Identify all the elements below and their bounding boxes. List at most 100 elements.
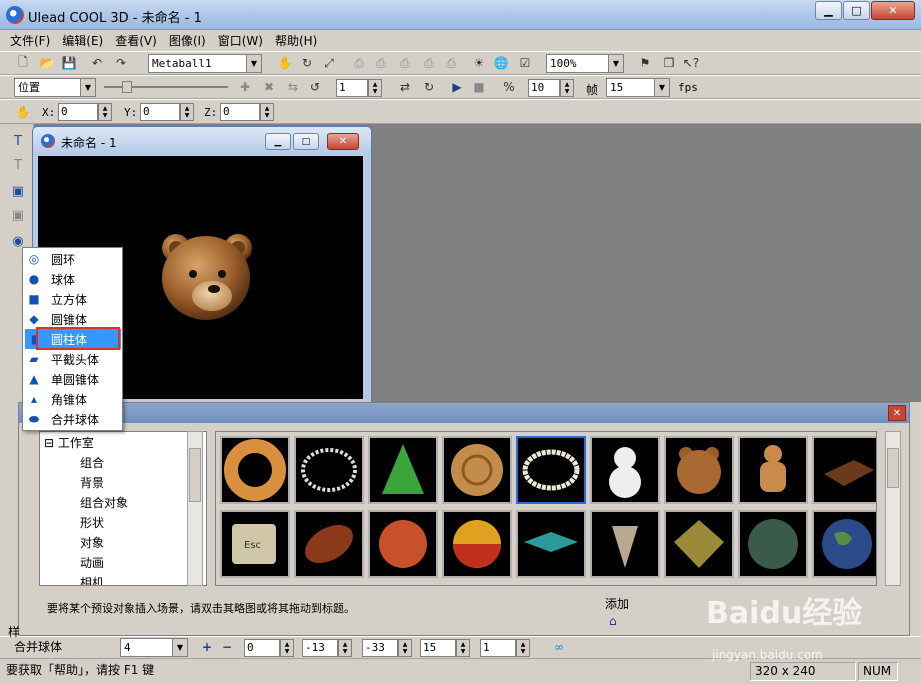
render-icon[interactable]: ⚑ xyxy=(636,54,654,72)
menu-image[interactable]: 图像(I) xyxy=(163,32,212,49)
attr-spinner-1[interactable]: ▲ ▼ xyxy=(280,639,294,657)
y-input[interactable]: 0 xyxy=(140,103,180,121)
edit-text-icon[interactable]: T xyxy=(9,156,27,174)
attr-input-4[interactable]: 15 xyxy=(420,639,456,657)
rate-spinner[interactable]: ▲ ▼ xyxy=(560,79,574,97)
mode-select[interactable]: 位置 xyxy=(14,78,80,97)
tree-item-object[interactable]: 对象 xyxy=(80,534,104,551)
thumb-snowman[interactable] xyxy=(590,436,660,504)
menu-item-merged-sphere[interactable]: ⬬ 合并球体 xyxy=(25,409,121,429)
printer-icon[interactable]: ⎙ xyxy=(350,54,368,72)
add-to-library-button[interactable]: 添加 ⌂ xyxy=(605,595,629,628)
globe-icon[interactable]: 🌐 xyxy=(492,54,510,72)
remove-frame-icon[interactable]: ✖ xyxy=(260,78,278,96)
percent-icon[interactable]: % xyxy=(500,78,518,96)
frame-spinner[interactable]: ▲ ▼ xyxy=(368,79,382,97)
reverse-icon[interactable]: ⇆ xyxy=(284,78,302,96)
document-titlebar[interactable]: 未命名 - 1 ▁ □ ✕ xyxy=(33,127,371,155)
z-input[interactable]: 0 xyxy=(220,103,260,121)
tree-scrollbar[interactable] xyxy=(187,431,203,586)
menu-item-cone[interactable]: ◆ 圆锥体 xyxy=(25,309,121,329)
zoom-select[interactable]: 100% xyxy=(546,54,608,73)
menu-file[interactable]: 文件(F) xyxy=(4,32,56,49)
save-icon[interactable]: 💾 xyxy=(60,54,78,72)
refresh-icon[interactable]: ↻ xyxy=(420,78,438,96)
attr-spinner-5[interactable]: ▲ ▼ xyxy=(516,639,530,657)
thumb-gem-diamond[interactable] xyxy=(664,510,734,578)
close-button[interactable]: ✕ xyxy=(871,1,915,20)
thumbnail-scrollbar[interactable] xyxy=(885,431,901,586)
tree-item-group-object[interactable]: 组合对象 xyxy=(80,494,128,511)
thumb-esc-key[interactable]: Esc xyxy=(220,510,290,578)
thumb-spiral-disc[interactable] xyxy=(442,436,512,504)
menu-item-cube[interactable]: ■ 立方体 xyxy=(25,289,121,309)
library-header[interactable]: ✕ xyxy=(19,403,909,423)
minus-icon[interactable]: − xyxy=(218,638,236,656)
plus-icon[interactable]: + xyxy=(198,638,216,656)
menu-item-frustum[interactable]: ▰ 平截头体 xyxy=(25,349,121,369)
light-icon[interactable]: ☀ xyxy=(470,54,488,72)
tree-item-animation[interactable]: 动画 xyxy=(80,554,104,571)
attr-spinner-3[interactable]: ▲ ▼ xyxy=(398,639,412,657)
thumb-ball[interactable] xyxy=(442,510,512,578)
loop-icon[interactable]: ↺ xyxy=(306,78,324,96)
attr-input-5[interactable]: 1 xyxy=(480,639,516,657)
text-tool-icon[interactable]: T xyxy=(9,132,27,150)
document-minimize-button[interactable]: ▁ xyxy=(265,133,291,150)
y-spinner[interactable]: ▲ ▼ xyxy=(180,103,194,121)
menu-item-sphere[interactable]: ● 球体 xyxy=(25,269,121,289)
attr-input-1[interactable]: 0 xyxy=(244,639,280,657)
thumb-shell-cone[interactable] xyxy=(590,510,660,578)
thumb-cone-tree[interactable] xyxy=(368,436,438,504)
timeline-slider[interactable] xyxy=(104,80,228,94)
menu-item-torus[interactable]: ◎ 圆环 xyxy=(25,249,121,269)
printer3-icon[interactable]: ⎙ xyxy=(396,54,414,72)
thumb-basketball[interactable] xyxy=(368,510,438,578)
x-input[interactable]: 0 xyxy=(58,103,98,121)
object-select[interactable]: Metaball1 xyxy=(148,54,246,73)
frame-count-select[interactable]: 15 xyxy=(606,78,654,97)
menu-edit[interactable]: 编辑(E) xyxy=(56,32,109,49)
thumbnail-scroll-thumb[interactable] xyxy=(887,448,899,488)
z-spinner[interactable]: ▲ ▼ xyxy=(260,103,274,121)
menu-window[interactable]: 窗口(W) xyxy=(212,32,269,49)
tree-scroll-thumb[interactable] xyxy=(189,448,201,502)
stop-icon[interactable]: ■ xyxy=(470,78,488,96)
thumb-gingerbread-man[interactable] xyxy=(738,436,808,504)
attr-input-3[interactable]: -33 xyxy=(362,639,398,657)
maximize-button[interactable]: □ xyxy=(843,1,870,20)
printer4-icon[interactable]: ⎙ xyxy=(420,54,438,72)
menu-view[interactable]: 查看(V) xyxy=(109,32,163,49)
document-maximize-button[interactable]: □ xyxy=(293,133,319,150)
new-file-icon[interactable]: 🗋 xyxy=(14,54,32,72)
attribute-select[interactable]: 4 xyxy=(120,638,172,657)
edit-graphic-icon[interactable]: ▣ xyxy=(9,206,27,224)
resize-icon[interactable]: ⤢ xyxy=(320,54,338,72)
tree-item-combine[interactable]: 组合 xyxy=(80,454,104,471)
thumb-spinning-top[interactable] xyxy=(516,510,586,578)
thumb-donut[interactable] xyxy=(220,436,290,504)
document-close-button[interactable]: ✕ xyxy=(327,133,359,150)
tree-item-camera[interactable]: 相机 xyxy=(80,574,104,585)
minimize-button[interactable]: ▁ xyxy=(815,1,842,20)
insert-graphic-icon[interactable]: ▣ xyxy=(9,182,27,200)
menu-help[interactable]: 帮助(H) xyxy=(269,32,323,49)
hand-move-icon[interactable]: ✋ xyxy=(276,54,294,72)
thumb-football[interactable] xyxy=(294,510,364,578)
thumb-pearl-necklace[interactable] xyxy=(516,436,586,504)
open-folder-icon[interactable]: 📂 xyxy=(38,54,56,72)
rotate-icon[interactable]: ↻ xyxy=(298,54,316,72)
play-icon[interactable]: ▶ xyxy=(448,78,466,96)
tree-root[interactable]: ⊟ 工作室 xyxy=(44,434,94,451)
tree-item-shape[interactable]: 形状 xyxy=(80,514,104,531)
redo-icon[interactable]: ↷ xyxy=(112,54,130,72)
thumb-bear-head[interactable] xyxy=(664,436,734,504)
attribute-select-arrow[interactable]: ▼ xyxy=(172,638,188,657)
undo-icon[interactable]: ↶ xyxy=(88,54,106,72)
link-icon[interactable]: ∞ xyxy=(550,638,568,656)
printer5-icon[interactable]: ⎙ xyxy=(442,54,460,72)
menu-item-single-cone[interactable]: ▲ 单圆锥体 xyxy=(25,369,121,389)
attr-input-2[interactable]: -13 xyxy=(302,639,338,657)
frame-input[interactable]: 1 xyxy=(336,79,368,97)
export-icon[interactable]: ❐ xyxy=(660,54,678,72)
